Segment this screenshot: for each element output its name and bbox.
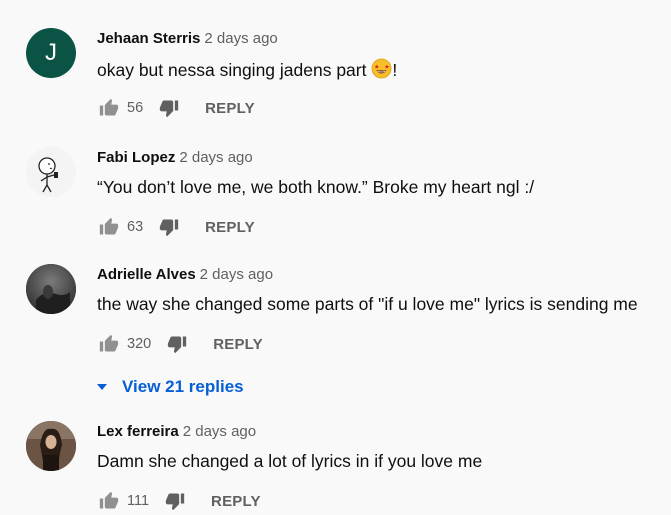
thumb-up-icon[interactable] bbox=[97, 332, 121, 356]
like-count: 63 bbox=[127, 219, 144, 235]
comment-actions: 320 REPLY bbox=[97, 332, 263, 356]
like-count: 111 bbox=[127, 493, 150, 509]
avatar-letter: J bbox=[45, 39, 57, 66]
avatar[interactable]: J bbox=[26, 28, 76, 78]
comment-time[interactable]: 2 days ago bbox=[183, 423, 256, 440]
comment-text: Damn she changed a lot of lyrics in if y… bbox=[97, 451, 483, 471]
comment-text-suffix: ! bbox=[392, 60, 398, 80]
reply-button[interactable]: REPLY bbox=[205, 100, 255, 117]
dark-photo-avatar-image bbox=[26, 264, 76, 314]
comment-header: Lex ferreira 2 days ago bbox=[97, 423, 256, 441]
comment-header: Adrielle Alves 2 days ago bbox=[97, 266, 273, 284]
thumb-down-icon[interactable] bbox=[165, 332, 189, 356]
comment-actions: 63 REPLY bbox=[97, 215, 255, 239]
comment-header: Jehaan Sterris 2 days ago bbox=[97, 30, 278, 48]
author-name[interactable]: Lex ferreira bbox=[97, 423, 179, 440]
author-name[interactable]: Adrielle Alves bbox=[97, 266, 196, 283]
thumb-down-icon[interactable] bbox=[157, 215, 181, 239]
thumb-up-icon[interactable] bbox=[97, 215, 121, 239]
like-count: 320 bbox=[127, 336, 152, 352]
thumb-up-icon[interactable] bbox=[97, 96, 121, 120]
comment-text: the way she changed some parts of "if u … bbox=[97, 294, 638, 314]
chevron-down-icon bbox=[96, 383, 108, 391]
thumb-down-icon[interactable] bbox=[163, 489, 187, 513]
reply-button[interactable]: REPLY bbox=[211, 493, 261, 510]
reply-button[interactable]: REPLY bbox=[213, 336, 263, 353]
photo-avatar-image bbox=[26, 421, 76, 471]
author-name[interactable]: Jehaan Sterris bbox=[97, 30, 200, 47]
comment-actions: 56 REPLY bbox=[97, 96, 255, 120]
comment-header: Fabi Lopez 2 days ago bbox=[97, 149, 253, 167]
like-count: 56 bbox=[127, 100, 144, 116]
thumb-up-icon[interactable] bbox=[97, 489, 121, 513]
reply-button[interactable]: REPLY bbox=[205, 219, 255, 236]
avatar[interactable] bbox=[26, 421, 76, 471]
comments-section: J Jehaan Sterris 2 days ago okay but ness… bbox=[0, 0, 671, 515]
comment-time[interactable]: 2 days ago bbox=[204, 30, 277, 47]
avatar[interactable] bbox=[26, 264, 76, 314]
comment-time[interactable]: 2 days ago bbox=[200, 266, 273, 283]
comment-text: “You don’t love me, we both know.” Broke… bbox=[97, 177, 535, 197]
comment-text-body: okay but nessa singing jadens part bbox=[97, 60, 372, 80]
stick-figure-avatar-image bbox=[26, 147, 76, 197]
view-replies-label: View 21 replies bbox=[122, 377, 244, 396]
thumb-down-icon[interactable] bbox=[157, 96, 181, 120]
author-name[interactable]: Fabi Lopez bbox=[97, 149, 175, 166]
comment-actions: 111 REPLY bbox=[97, 489, 261, 513]
comment-time[interactable]: 2 days ago bbox=[179, 149, 252, 166]
avatar[interactable] bbox=[26, 147, 76, 197]
view-replies-button[interactable]: View 21 replies bbox=[96, 377, 244, 397]
comment-text: okay but nessa singing jadens part ! bbox=[97, 58, 397, 84]
star-struck-emoji bbox=[371, 58, 392, 84]
